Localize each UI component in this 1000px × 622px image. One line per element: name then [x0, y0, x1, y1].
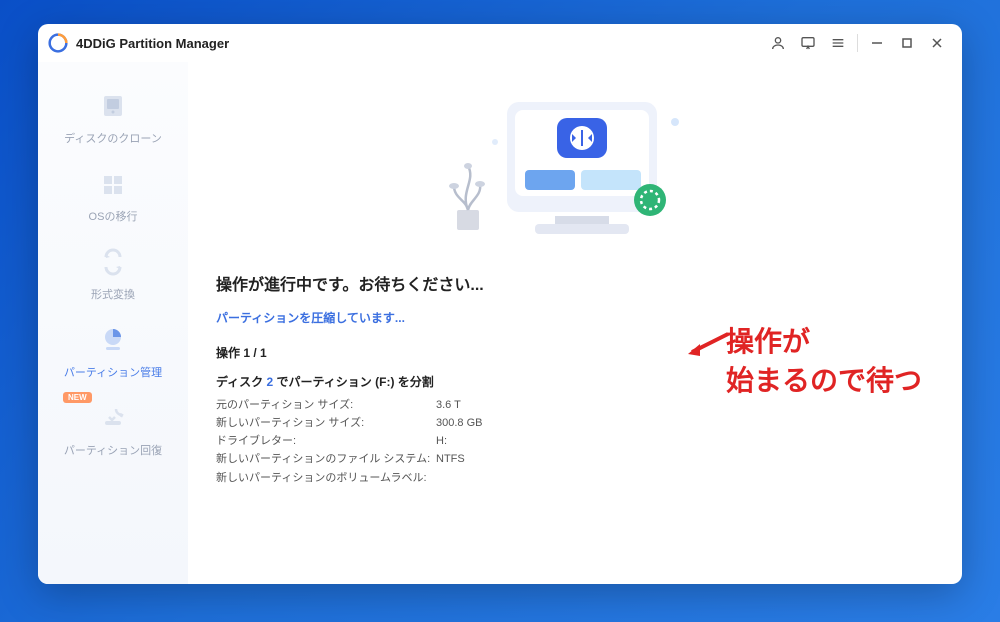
maximize-button[interactable] — [892, 28, 922, 58]
sidebar-item-partition-recovery[interactable]: NEW パーティション回復 — [53, 392, 173, 466]
operation-count: 操作 1 / 1 — [216, 344, 934, 361]
sidebar-item-label: 形式変換 — [91, 286, 135, 302]
close-button[interactable] — [922, 28, 952, 58]
sidebar-item-partition-manage[interactable]: パーティション管理 — [53, 314, 173, 388]
app-title: 4DDiG Partition Manager — [76, 36, 229, 51]
os-migration-icon — [95, 166, 131, 202]
feedback-icon[interactable] — [793, 28, 823, 58]
operation-illustration-icon — [445, 82, 705, 257]
sidebar-item-format-convert[interactable]: 形式変換 — [53, 236, 173, 310]
detail-row: 新しいパーティションのボリュームラベル: — [216, 469, 934, 487]
sidebar: ディスクのクローン OSの移行 形式変換 パーティション管理 NEW パーティシ… — [38, 62, 188, 584]
user-icon[interactable] — [763, 28, 793, 58]
menu-icon[interactable] — [823, 28, 853, 58]
sidebar-item-label: OSの移行 — [89, 208, 138, 224]
operation-status: パーティションを圧縮しています... — [216, 309, 934, 326]
operation-details: 元のパーティション サイズ:3.6 T 新しいパーティション サイズ:300.8… — [216, 396, 934, 487]
main-content: 操作が進行中です。お待ちください... パーティションを圧縮しています... 操… — [188, 62, 962, 584]
detail-row: 新しいパーティション サイズ:300.8 GB — [216, 414, 934, 432]
format-convert-icon — [95, 244, 131, 280]
detail-row: ドライブレター:H: — [216, 432, 934, 450]
partition-recovery-icon — [95, 400, 131, 436]
sidebar-item-disk-clone[interactable]: ディスクのクローン — [53, 80, 173, 154]
detail-row: 元のパーティション サイズ:3.6 T — [216, 396, 934, 414]
partition-manage-icon — [95, 322, 131, 358]
disk-clone-icon — [95, 88, 131, 124]
app-window: 4DDiG Partition Manager ディスクのクローン OSの移行 … — [38, 24, 962, 584]
sidebar-item-label: ディスクのクローン — [64, 130, 162, 146]
sidebar-item-os-migration[interactable]: OSの移行 — [53, 158, 173, 232]
detail-row: 新しいパーティションのファイル システム:NTFS — [216, 450, 934, 468]
sidebar-item-label: パーティション回復 — [64, 442, 162, 458]
minimize-button[interactable] — [862, 28, 892, 58]
operation-title: ディスク 2 でパーティション (F:) を分割 — [216, 373, 934, 390]
app-logo-icon — [48, 33, 68, 53]
titlebar: 4DDiG Partition Manager — [38, 24, 962, 62]
operation-heading: 操作が進行中です。お待ちください... — [216, 271, 934, 295]
sidebar-item-label: パーティション管理 — [64, 364, 162, 380]
new-badge: NEW — [63, 392, 92, 403]
